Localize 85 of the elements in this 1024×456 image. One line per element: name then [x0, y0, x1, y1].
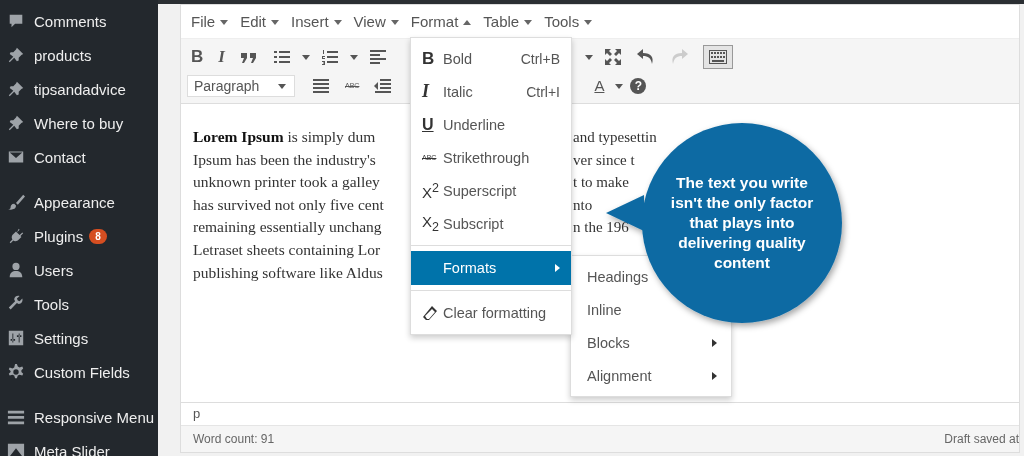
- plug-icon: [7, 227, 25, 245]
- sidebar-item[interactable]: Meta Slider: [0, 434, 158, 456]
- sidebar-item[interactable]: tipsandadvice: [0, 72, 158, 106]
- caret-icon[interactable]: [584, 53, 593, 60]
- sidebar-item[interactable]: Settings: [0, 321, 158, 355]
- caret-icon: [271, 18, 280, 25]
- paragraph-text: n the 196: [573, 218, 629, 238]
- caret-icon: [220, 18, 229, 25]
- menu-item[interactable]: Insert: [285, 13, 348, 30]
- paragraph-text: remaining essentially unchang: [193, 217, 382, 238]
- menu-item[interactable]: File: [185, 13, 235, 30]
- menu-icon: [7, 408, 25, 426]
- menu-item[interactable]: Clear formatting: [411, 296, 571, 329]
- menu-item[interactable]: Table: [477, 13, 539, 30]
- caret-icon: [390, 18, 399, 25]
- menu-item[interactable]: Alignment: [571, 359, 731, 392]
- paragraph-format-select[interactable]: Paragraph: [187, 74, 295, 97]
- format-icon: U: [422, 115, 443, 134]
- paragraph-text: Lorem Ipsum is simply dum: [193, 127, 376, 147]
- paragraph-text: unknown printer took a galley: [193, 172, 380, 193]
- paragraph-text: t to make: [573, 173, 629, 193]
- user-icon: [7, 261, 25, 279]
- menu-item[interactable]: I Italic Ctrl+I: [411, 75, 571, 108]
- sidebar-item[interactable]: Comments: [0, 4, 158, 38]
- fullscreen-icon[interactable]: [602, 46, 623, 67]
- caret-icon: [333, 18, 342, 25]
- paragraph-text: has survived not only five cent: [193, 194, 384, 215]
- paragraph-text: nto: [573, 195, 593, 215]
- caret-icon[interactable]: [349, 53, 358, 60]
- caret-icon: [524, 18, 533, 25]
- menu-item[interactable]: Blocks: [571, 326, 731, 359]
- element-path: p: [193, 406, 201, 421]
- pin-icon: [7, 46, 25, 64]
- menu-item[interactable]: View: [347, 13, 405, 30]
- menu-item[interactable]: Formats: [411, 251, 571, 285]
- draft-status: Draft saved at: [944, 432, 1019, 446]
- caret-icon[interactable]: [615, 82, 624, 89]
- format-icon: X$^{2}$: [422, 180, 443, 201]
- help-button[interactable]: ?: [630, 77, 647, 94]
- format-icon: I: [422, 81, 443, 102]
- caret-icon: [278, 82, 286, 89]
- menu-item[interactable]: U Underline: [411, 108, 571, 141]
- submenu-arrow-icon: [712, 338, 717, 347]
- keyboard-icon: [707, 48, 728, 65]
- menu-item[interactable]: X$_{2}$ Subscript: [411, 207, 571, 240]
- sidebar-item[interactable]: Tools: [0, 287, 158, 321]
- submenu-arrow-icon: [712, 371, 717, 380]
- menu-item[interactable]: X$^{2}$ Superscript: [411, 174, 571, 207]
- menu-item[interactable]: Format: [404, 13, 478, 30]
- sidebar-item[interactable]: Responsive Menu: [0, 400, 158, 434]
- update-count-badge: 8: [89, 228, 107, 244]
- callout-text: The text you write isn't the only factor that plays into delivering quality content: [669, 173, 815, 273]
- mountain-icon: [7, 442, 25, 456]
- sidebar-item[interactable]: Plugins 8: [0, 219, 158, 253]
- format-icon: B: [422, 48, 443, 69]
- bold-button[interactable]: B: [187, 46, 208, 67]
- sliders-icon: [7, 329, 25, 347]
- caret-icon: [584, 18, 593, 25]
- paragraph-text: and typesettin: [573, 128, 657, 147]
- eraser-icon: [422, 304, 438, 321]
- sidebar-item[interactable]: Appearance: [0, 185, 158, 219]
- sidebar-item[interactable]: Where to buy: [0, 106, 158, 140]
- toolbar-toggle-button[interactable]: [702, 44, 733, 69]
- paragraph-text: publishing software like Aldus: [193, 262, 383, 283]
- pin-icon: [7, 80, 25, 98]
- menu-item[interactable]: B Bold Ctrl+B: [411, 42, 571, 75]
- menu-item[interactable]: Tools: [538, 13, 599, 30]
- brush-icon: [7, 193, 25, 211]
- caret-icon[interactable]: [301, 53, 310, 60]
- menu-item[interactable]: Edit: [234, 13, 286, 30]
- text-color-button[interactable]: A: [590, 77, 609, 94]
- paragraph-text: Letraset sheets containing Lor: [193, 239, 381, 260]
- sidebar-item[interactable]: products: [0, 38, 158, 72]
- italic-button[interactable]: I: [214, 46, 229, 67]
- gear-icon: [7, 363, 25, 381]
- sidebar-item[interactable]: Custom Fields: [0, 355, 158, 389]
- submenu-arrow-icon: [555, 264, 560, 272]
- pin-icon: [7, 114, 25, 132]
- sidebar-item[interactable]: Users: [0, 253, 158, 287]
- paragraph-text: Ipsum has been the industry's: [193, 149, 376, 170]
- format-icon: X$_{2}$: [422, 213, 443, 234]
- sidebar-item[interactable]: Contact: [0, 140, 158, 174]
- paragraph-text: ver since t: [573, 150, 635, 170]
- caret-icon: [463, 18, 472, 25]
- word-count: Word count: 91: [193, 432, 275, 446]
